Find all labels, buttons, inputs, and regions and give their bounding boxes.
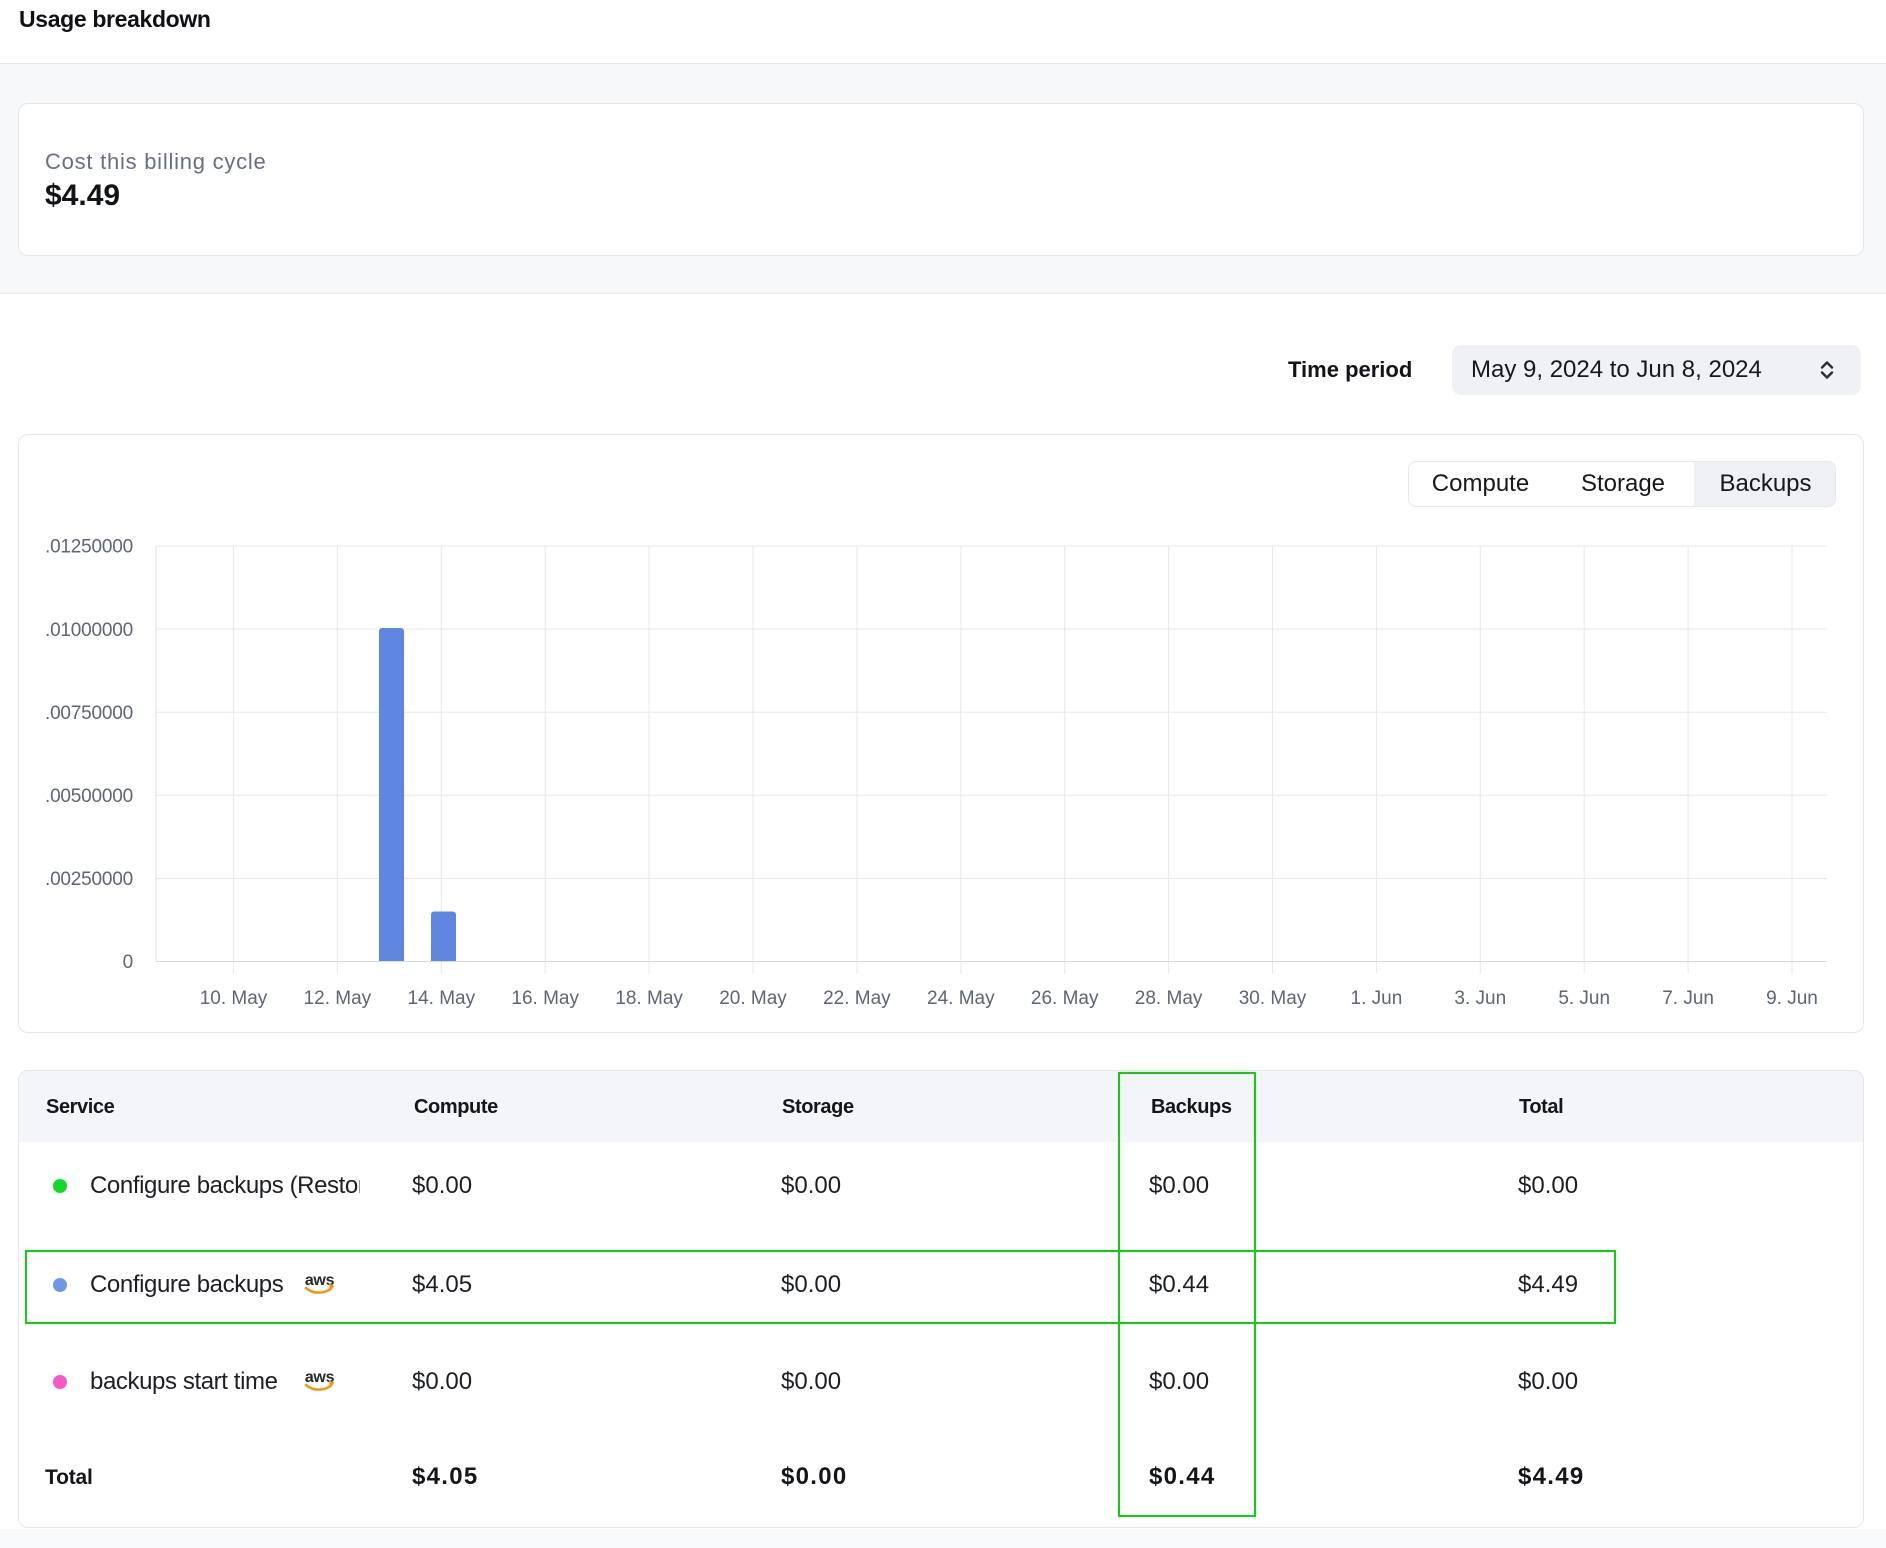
svg-text:14. May: 14. May — [408, 988, 476, 1009]
svg-text:20. May: 20. May — [719, 988, 787, 1009]
svg-text:18. May: 18. May — [615, 988, 683, 1009]
svg-text:10. May: 10. May — [200, 988, 268, 1009]
svg-text:0: 0 — [123, 952, 133, 973]
svg-text:3. Jun: 3. Jun — [1454, 988, 1506, 1009]
svg-text:9. Jun: 9. Jun — [1766, 988, 1818, 1009]
svg-text:28. May: 28. May — [1135, 988, 1203, 1009]
svg-text:12. May: 12. May — [304, 988, 372, 1009]
svg-text:.01000000: .01000000 — [45, 620, 133, 641]
svg-text:.00500000: .00500000 — [45, 786, 133, 807]
svg-text:1. Jun: 1. Jun — [1351, 988, 1403, 1009]
svg-text:7. Jun: 7. Jun — [1662, 988, 1714, 1009]
svg-text:5. Jun: 5. Jun — [1558, 988, 1610, 1009]
svg-text:30. May: 30. May — [1239, 988, 1307, 1009]
svg-text:16. May: 16. May — [511, 988, 579, 1009]
svg-text:26. May: 26. May — [1031, 988, 1099, 1009]
svg-text:.01250000: .01250000 — [45, 537, 133, 558]
svg-text:22. May: 22. May — [823, 988, 891, 1009]
svg-text:.00250000: .00250000 — [45, 869, 133, 890]
svg-text:.00750000: .00750000 — [45, 703, 133, 724]
svg-text:24. May: 24. May — [927, 988, 995, 1009]
